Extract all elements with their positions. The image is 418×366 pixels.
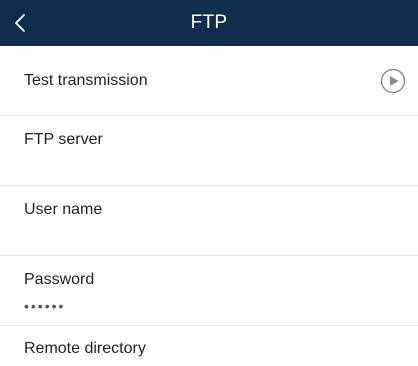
ftp-server-label: FTP server — [24, 131, 103, 148]
user-name-value — [24, 228, 406, 244]
page-title: FTP — [190, 12, 228, 33]
play-circle-icon[interactable] — [380, 68, 406, 94]
password-field[interactable]: Password •••••• — [0, 256, 418, 326]
test-transmission-row[interactable]: Test transmission — [0, 46, 418, 116]
password-value: •••••• — [24, 298, 66, 314]
back-button[interactable] — [14, 0, 44, 46]
test-transmission-label: Test transmission — [24, 71, 148, 89]
chevron-left-icon — [14, 13, 26, 33]
ftp-server-value — [24, 158, 406, 174]
remote-directory-field[interactable]: Remote directory — [0, 326, 418, 366]
user-name-label: User name — [24, 201, 103, 218]
user-name-field[interactable]: User name — [0, 186, 418, 256]
password-label: Password — [24, 271, 95, 288]
ftp-server-field[interactable]: FTP server — [0, 116, 418, 186]
remote-directory-label: Remote directory — [24, 340, 146, 357]
ftp-settings-list: Test transmission FTP server User name P… — [0, 46, 418, 366]
top-bar: FTP — [0, 0, 418, 46]
